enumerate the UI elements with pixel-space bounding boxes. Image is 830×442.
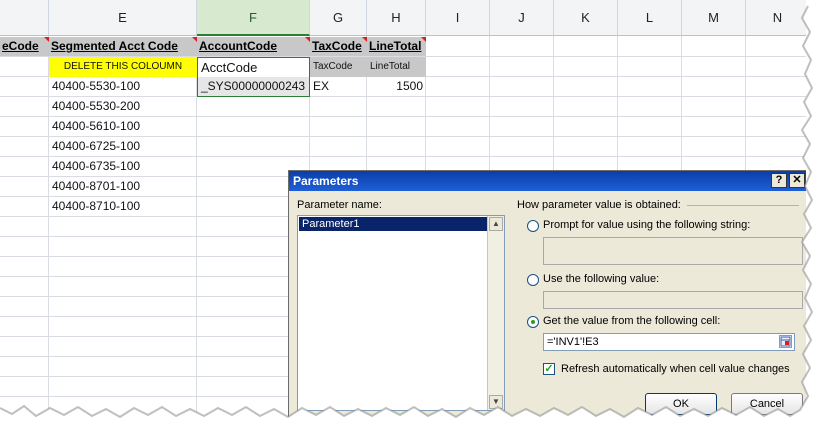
header-cell-text: TaxCode: [312, 39, 362, 53]
dialog-title-bar[interactable]: Parameters ? ✕: [289, 171, 806, 191]
parameter-list[interactable]: Parameter1 ▲ ▼: [297, 215, 505, 411]
acct-code-cell[interactable]: 40400-5610-100: [49, 117, 197, 137]
acct-code-cell[interactable]: 40400-5530-100: [49, 77, 197, 97]
column-header-d[interactable]: [0, 0, 49, 36]
column-header-j[interactable]: J: [490, 0, 554, 36]
header-cell-h[interactable]: LineTotal: [367, 37, 426, 56]
acct-code-cell[interactable]: 40400-6725-100: [49, 137, 197, 157]
parameter-list-item[interactable]: Parameter1: [299, 217, 503, 231]
column-header-l[interactable]: L: [618, 0, 682, 36]
line-total-value-cell[interactable]: 1500: [367, 77, 426, 97]
close-button[interactable]: ✕: [789, 173, 805, 188]
use-value-option-label[interactable]: Use the following value:: [543, 273, 659, 285]
header-cell-f[interactable]: AccountCode: [197, 37, 310, 56]
header-cell-d[interactable]: eCode: [0, 37, 49, 56]
taxcode-cell[interactable]: TaxCode: [310, 57, 367, 77]
delete-column-cell[interactable]: DELETE THIS COLOUMN: [49, 57, 197, 77]
acct-code-cell[interactable]: 40400-8701-100: [49, 177, 197, 197]
parameters-dialog: Parameters ? ✕ Parameter name: Parameter…: [288, 170, 806, 424]
cell-reference-value: ='INV1'!E3: [547, 336, 599, 348]
use-value-input[interactable]: [543, 291, 803, 309]
from-cell-radio[interactable]: [527, 316, 539, 328]
cancel-button[interactable]: Cancel: [731, 393, 803, 415]
ok-button[interactable]: OK: [645, 393, 717, 415]
header-cell-text: Segmented Acct Code: [51, 39, 178, 53]
prompt-string-input[interactable]: [543, 237, 803, 265]
refresh-label[interactable]: Refresh automatically when cell value ch…: [561, 363, 790, 375]
sys-code-cell[interactable]: _SYS00000000243: [197, 77, 310, 97]
prompt-option-label[interactable]: Prompt for value using the following str…: [543, 219, 750, 231]
acctcode-cell[interactable]: AcctCode: [197, 57, 310, 77]
scroll-up-arrow-icon[interactable]: ▲: [489, 217, 503, 231]
dialog-title: Parameters: [293, 174, 359, 188]
from-cell-option-label[interactable]: Get the value from the following cell:: [543, 315, 720, 327]
column-header-f[interactable]: F: [197, 0, 310, 36]
prompt-radio[interactable]: [527, 220, 539, 232]
header-cell-text: AccountCode: [199, 39, 277, 53]
parameter-name-label: Parameter name:: [297, 199, 382, 211]
linetotal-cell[interactable]: LineTotal: [367, 57, 426, 77]
use-value-radio[interactable]: [527, 274, 539, 286]
acct-code-cell[interactable]: 40400-8710-100: [49, 197, 197, 217]
column-header-k[interactable]: K: [554, 0, 618, 36]
cell-reference-input[interactable]: ='INV1'!E3: [543, 333, 795, 351]
refresh-checkbox[interactable]: ✓: [543, 363, 555, 375]
help-button[interactable]: ?: [771, 173, 787, 188]
range-picker-icon[interactable]: [779, 335, 792, 348]
column-header-m[interactable]: M: [682, 0, 746, 36]
column-header-g[interactable]: G: [310, 0, 367, 36]
screenshot-frame: E F G H I J K L M N eCode Segmented Acct…: [0, 0, 806, 424]
list-scrollbar[interactable]: ▲ ▼: [487, 216, 504, 410]
tax-value-cell[interactable]: EX: [310, 77, 367, 97]
acct-code-cell[interactable]: 40400-5530-200: [49, 97, 197, 117]
header-cell-text: LineTotal: [369, 39, 422, 53]
column-header-i[interactable]: I: [426, 0, 490, 36]
group-divider: [687, 205, 799, 206]
column-header-e[interactable]: E: [49, 0, 197, 36]
acct-code-cell[interactable]: 40400-6735-100: [49, 157, 197, 177]
how-obtained-label: How parameter value is obtained:: [517, 199, 681, 211]
column-header-h[interactable]: H: [367, 0, 426, 36]
header-cell-g[interactable]: TaxCode: [310, 37, 367, 56]
scroll-down-arrow-icon[interactable]: ▼: [489, 395, 503, 409]
header-cell-e[interactable]: Segmented Acct Code: [49, 37, 197, 56]
comment-indicator: [421, 37, 426, 42]
column-header-n[interactable]: N: [746, 0, 806, 36]
header-cell-text: eCode: [2, 39, 39, 53]
